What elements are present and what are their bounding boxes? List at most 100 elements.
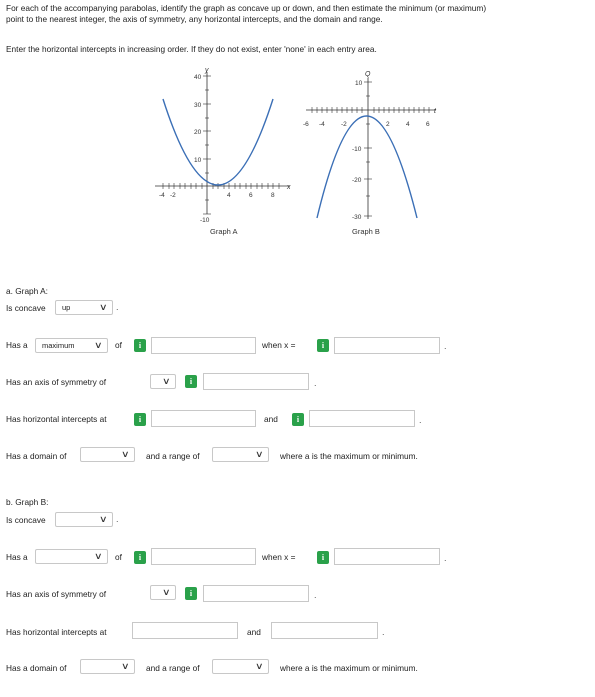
graph-a: y x 40 30 20 10 -10 -4 -2 4 6 8 Graph A	[155, 67, 291, 236]
graph-a-y-axis-label: y	[204, 67, 209, 74]
part-a-intercept-1-input[interactable]	[151, 410, 256, 427]
part-b-heading: b. Graph B:	[6, 497, 49, 507]
graph-a-xtick: 6	[249, 192, 253, 199]
graph-a-ytick: 10	[194, 157, 202, 164]
part-b-intercept-1-input[interactable]	[132, 622, 238, 639]
graph-b-caption: Graph B	[352, 227, 380, 236]
part-b-axis-label: Has an axis of symmetry of	[6, 589, 107, 599]
part-a-axis-select[interactable]: ∨	[150, 374, 176, 389]
graph-a-xtick: -2	[170, 192, 176, 199]
graph-a-ytick: -10	[200, 217, 210, 224]
info-icon[interactable]: i	[292, 413, 304, 426]
part-b-where-label: where a is the maximum or minimum.	[280, 663, 418, 673]
chevron-down-icon: ∨	[121, 661, 130, 671]
graph-b-xtick: -2	[341, 121, 347, 128]
part-a-intercepts-label: Has horizontal intercepts at	[6, 414, 107, 424]
graph-a-ytick: 20	[194, 129, 202, 136]
part-a-axis-input[interactable]	[203, 373, 309, 390]
chevron-down-icon: ∨	[99, 302, 108, 312]
chevron-down-icon: ∨	[162, 376, 171, 386]
period: .	[116, 302, 119, 312]
part-a-intercept-2-input[interactable]	[309, 410, 415, 427]
period: .	[314, 378, 317, 388]
period: .	[444, 341, 447, 351]
period: .	[419, 415, 422, 425]
part-a-extreme-value: maximum	[42, 341, 75, 350]
part-a-extreme-value-input[interactable]	[151, 337, 256, 354]
part-a-extreme-select[interactable]: maximum ∨	[35, 338, 108, 353]
info-icon[interactable]: i	[134, 413, 146, 426]
graph-b-x-axis-label: t	[434, 108, 437, 115]
part-b-axis-select[interactable]: ∨	[150, 585, 176, 600]
graph-b-xtick: -4	[319, 121, 325, 128]
part-a-range-select[interactable]: ∨	[212, 447, 269, 462]
info-icon[interactable]: i	[134, 551, 146, 564]
part-b-extreme-value-input[interactable]	[151, 548, 256, 565]
info-icon[interactable]: i	[317, 551, 329, 564]
chevron-down-icon: ∨	[255, 449, 264, 459]
graph-a-ytick: 40	[194, 74, 202, 81]
instructions-line-1: For each of the accompanying parabolas, …	[6, 3, 487, 13]
period: .	[116, 514, 119, 524]
part-a-has-a-label: Has a	[6, 340, 28, 350]
period: .	[444, 553, 447, 563]
part-b-domain-select[interactable]: ∨	[80, 659, 135, 674]
part-a-range-label: and a range of	[146, 451, 200, 461]
part-b-range-select[interactable]: ∨	[212, 659, 269, 674]
part-b-domain-label: Has a domain of	[6, 663, 67, 673]
graph-b-y-axis-label: Q	[365, 71, 371, 78]
graph-b: Q t 10 -10 -20 -30 -6 -4 -2 2 4 6 Graph …	[303, 71, 437, 236]
part-b-when-x-input[interactable]	[334, 548, 440, 565]
part-a-heading: a. Graph A:	[6, 286, 48, 296]
part-b-has-a-label: Has a	[6, 552, 28, 562]
info-icon[interactable]: i	[317, 339, 329, 352]
part-b-extreme-select[interactable]: ∨	[35, 549, 108, 564]
info-icon[interactable]: i	[185, 375, 197, 388]
part-b-intercept-2-input[interactable]	[271, 622, 378, 639]
part-b-concave-label: Is concave	[6, 515, 46, 525]
graph-b-xtick: 4	[406, 121, 410, 128]
graph-b-xtick: 2	[386, 121, 390, 128]
info-icon[interactable]: i	[185, 587, 197, 600]
chevron-down-icon: ∨	[94, 551, 103, 561]
instructions-line-3: Enter the horizontal intercepts in incre…	[6, 44, 377, 54]
instructions-line-2: point to the nearest integer, the axis o…	[6, 14, 383, 24]
part-a-and-label: and	[264, 414, 278, 424]
graph-b-ytick: -10	[352, 146, 362, 153]
part-a-domain-select[interactable]: ∨	[80, 447, 135, 462]
part-a-of-label: of	[115, 340, 122, 350]
graph-a-xtick: 4	[227, 192, 231, 199]
chevron-down-icon: ∨	[255, 661, 264, 671]
part-b-range-label: and a range of	[146, 663, 200, 673]
part-b-axis-input[interactable]	[203, 585, 309, 602]
graph-b-xtick: 6	[426, 121, 430, 128]
info-icon[interactable]: i	[134, 339, 146, 352]
graph-b-ytick: 10	[355, 80, 363, 87]
graph-b-xtick: -6	[303, 121, 309, 128]
part-a-axis-label: Has an axis of symmetry of	[6, 377, 107, 387]
chevron-down-icon: ∨	[121, 449, 130, 459]
part-a-concave-value: up	[62, 303, 71, 312]
part-a-where-label: where a is the maximum or minimum.	[280, 451, 418, 461]
part-b-when-label: when x =	[262, 552, 296, 562]
graph-a-xtick: -4	[159, 192, 165, 199]
period: .	[382, 627, 385, 637]
graph-b-ytick: -30	[352, 214, 362, 221]
part-a-concave-label: Is concave	[6, 303, 46, 313]
part-a-concave-select[interactable]: up ∨	[55, 300, 113, 315]
chevron-down-icon: ∨	[99, 514, 108, 524]
graph-a-ytick: 30	[194, 102, 202, 109]
part-b-and-label: and	[247, 627, 261, 637]
part-a-when-label: when x =	[262, 340, 296, 350]
graph-a-x-axis-label: x	[286, 184, 291, 191]
period: .	[314, 590, 317, 600]
graph-a-caption: Graph A	[210, 227, 238, 236]
chevron-down-icon: ∨	[162, 587, 171, 597]
part-a-domain-label: Has a domain of	[6, 451, 67, 461]
part-b-of-label: of	[115, 552, 122, 562]
graph-a-xtick: 8	[271, 192, 275, 199]
part-b-concave-select[interactable]: ∨	[55, 512, 113, 527]
part-a-when-x-input[interactable]	[334, 337, 440, 354]
graph-b-ytick: -20	[352, 177, 362, 184]
part-b-intercepts-label: Has horizontal intercepts at	[6, 627, 107, 637]
